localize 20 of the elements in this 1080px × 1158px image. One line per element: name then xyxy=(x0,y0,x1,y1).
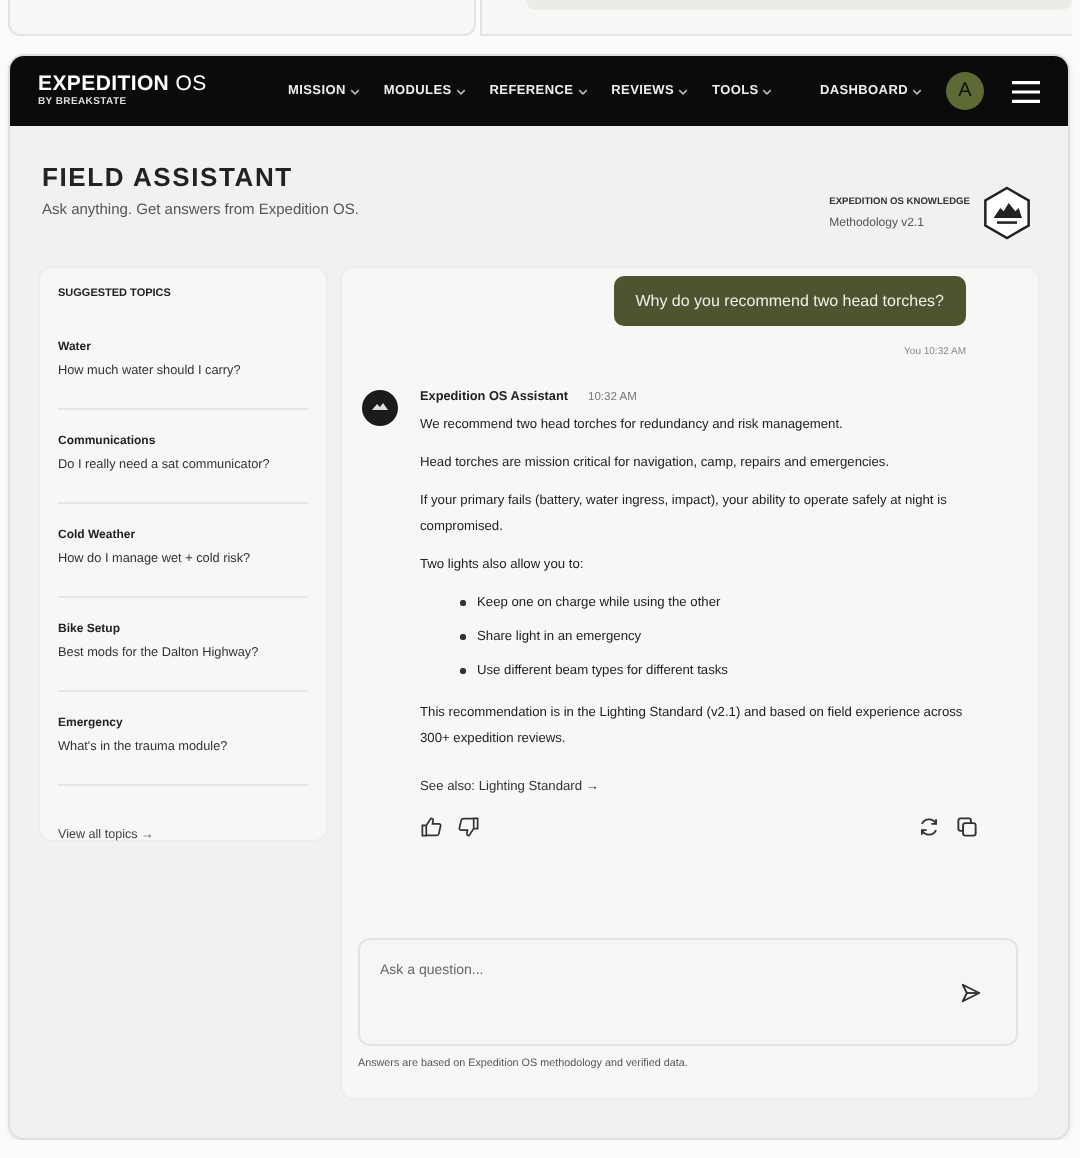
caret-icon[interactable] xyxy=(577,87,588,95)
page-title: FIELD ASSISTANT xyxy=(42,162,295,192)
user-message: Why do you recommend two head torches? xyxy=(613,276,966,326)
bullet-icon xyxy=(460,634,465,640)
caret-icon[interactable] xyxy=(762,87,773,95)
caret-icon[interactable] xyxy=(678,87,689,95)
mountain-badge-icon xyxy=(982,186,1032,240)
copy-icon[interactable] xyxy=(956,816,978,838)
caret-icon[interactable] xyxy=(455,87,466,95)
thumbs-up-icon[interactable] xyxy=(420,816,442,838)
caret-icon[interactable] xyxy=(349,87,360,95)
assistant-avatar-icon xyxy=(362,390,398,426)
regenerate-icon[interactable] xyxy=(918,816,940,838)
bullet-icon xyxy=(460,668,465,674)
menu-icon[interactable] xyxy=(1012,79,1040,103)
bullet-icon xyxy=(460,600,465,606)
send-icon[interactable] xyxy=(960,982,982,1004)
logo-text[interactable]: EXPEDITION OS xyxy=(38,74,278,96)
caret-icon[interactable] xyxy=(912,87,922,95)
thumbs-down-icon[interactable] xyxy=(458,816,480,838)
